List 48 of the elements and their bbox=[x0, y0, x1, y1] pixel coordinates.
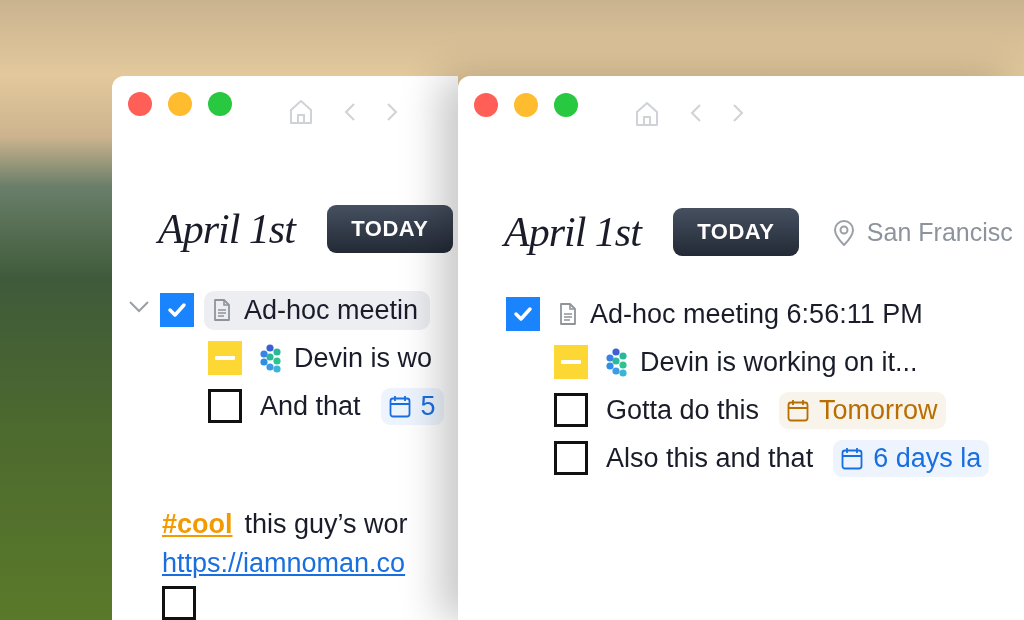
check-icon bbox=[166, 300, 188, 320]
check-icon bbox=[512, 304, 534, 324]
close-button[interactable] bbox=[474, 93, 498, 117]
checkbox[interactable] bbox=[554, 345, 588, 379]
task-text: Ad-hoc meeting 6:56:11 PM bbox=[590, 298, 924, 330]
task-text: Devin is working on it... bbox=[640, 346, 919, 378]
hexagon-cluster-icon bbox=[606, 347, 628, 377]
minimize-button[interactable] bbox=[514, 93, 538, 117]
date-chip[interactable]: 6 days la bbox=[833, 439, 990, 477]
task-text: Gotta do this bbox=[606, 394, 761, 426]
hexagon-cluster-icon bbox=[260, 343, 282, 373]
date-chip[interactable]: 5 bbox=[380, 387, 444, 425]
back-icon[interactable] bbox=[344, 101, 356, 122]
calendar-icon bbox=[841, 446, 864, 470]
checkbox[interactable] bbox=[208, 341, 242, 375]
zoom-button[interactable] bbox=[554, 93, 578, 117]
checkbox[interactable] bbox=[554, 441, 588, 475]
task-text: And that bbox=[260, 390, 362, 422]
date-chip[interactable]: Tomorrow bbox=[779, 391, 946, 429]
today-button[interactable]: TODAY bbox=[672, 208, 799, 256]
hashtag-link[interactable]: #cool bbox=[162, 509, 233, 539]
today-button[interactable]: TODAY bbox=[326, 204, 453, 253]
forward-icon[interactable] bbox=[732, 103, 744, 123]
minimize-button[interactable] bbox=[168, 91, 192, 116]
calendar-icon bbox=[787, 398, 810, 422]
calendar-icon bbox=[388, 394, 411, 418]
location-text: San Francisc bbox=[866, 217, 1013, 247]
back-icon[interactable] bbox=[690, 103, 702, 123]
url-link[interactable]: https://iamnoman.co bbox=[162, 544, 406, 582]
dash-icon bbox=[215, 356, 235, 360]
checkbox[interactable] bbox=[506, 297, 540, 331]
task-text: Also this and that bbox=[606, 442, 815, 474]
close-button[interactable] bbox=[128, 91, 152, 116]
checkbox[interactable] bbox=[554, 393, 588, 427]
forward-icon[interactable] bbox=[386, 101, 398, 122]
task-text: Devin is wo bbox=[294, 342, 434, 374]
home-icon[interactable] bbox=[634, 99, 660, 127]
checkbox[interactable] bbox=[160, 293, 194, 327]
document-icon bbox=[558, 303, 578, 325]
checkbox[interactable] bbox=[162, 586, 196, 620]
note-text: #cool this guy’s wor bbox=[162, 508, 409, 541]
task-text: Ad-hoc meetin bbox=[244, 294, 420, 326]
document-icon bbox=[212, 299, 232, 321]
dash-icon bbox=[561, 360, 581, 364]
checkbox[interactable] bbox=[208, 389, 242, 423]
home-icon[interactable] bbox=[288, 98, 314, 126]
location-pin-icon bbox=[832, 218, 855, 246]
zoom-button[interactable] bbox=[208, 91, 232, 116]
